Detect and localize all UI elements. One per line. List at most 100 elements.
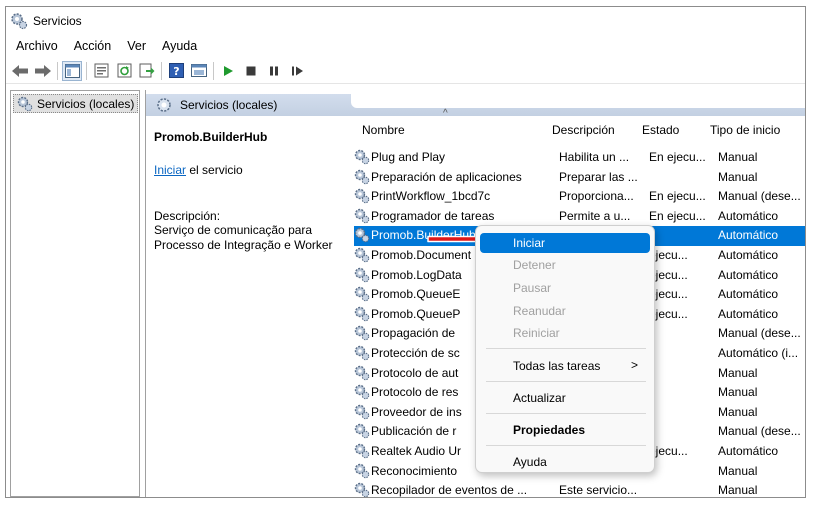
- service-startup-cell: Manual: [718, 404, 758, 419]
- service-startup-cell: Automático: [718, 443, 779, 458]
- export-icon[interactable]: [137, 61, 157, 81]
- service-row[interactable]: Programador de tareas Permite a u... En ej…: [354, 207, 805, 227]
- service-name-cell: Plug and Play: [371, 150, 446, 164]
- column-header-name[interactable]: Nombre: [362, 108, 405, 142]
- menu-accion[interactable]: Acción: [68, 39, 118, 53]
- header-notch: [351, 94, 805, 108]
- properties-icon[interactable]: [91, 61, 111, 81]
- tree-item-label: Servicios (locales): [37, 96, 135, 111]
- service-state-cell: ejecu...: [649, 247, 688, 262]
- toolbar: ?: [6, 58, 805, 84]
- service-detail-panel: Promob.BuilderHub Iniciar el servicio De…: [146, 116, 354, 496]
- show-tree-icon[interactable]: [62, 60, 82, 81]
- context-menu-refresh[interactable]: Actualizar: [480, 388, 650, 408]
- service-state-cell: ejecu...: [649, 443, 688, 458]
- toolbar-separator: [161, 61, 162, 80]
- description-label: Descripción:: [154, 209, 221, 223]
- service-name-cell: Recopilador de eventos de ...: [371, 483, 528, 498]
- service-gear-icon: [354, 267, 370, 283]
- toolbar-separator: [213, 61, 214, 80]
- service-name-cell: Preparación de aplicaciones: [371, 169, 522, 184]
- service-startup-cell: Manual: [718, 483, 758, 498]
- service-gear-icon: [354, 404, 370, 420]
- service-startup-cell: Automático: [718, 287, 779, 302]
- service-gear-icon: [354, 325, 370, 341]
- console-icon[interactable]: [189, 61, 209, 81]
- service-gear-icon: [354, 384, 370, 400]
- service-name-cell: Programador de tareas: [371, 208, 495, 223]
- window-title: Servicios: [33, 14, 82, 28]
- pause-icon[interactable]: [264, 61, 284, 81]
- column-header-startup[interactable]: Tipo de inicio: [710, 108, 780, 142]
- menu-archivo[interactable]: Archivo: [10, 39, 64, 53]
- tree-pane: Servicios (locales): [10, 90, 140, 497]
- context-menu-restart: Reiniciar: [513, 326, 560, 340]
- service-gear-icon: [354, 443, 370, 459]
- service-state-cell: En ejecu...: [649, 189, 706, 204]
- service-description-cell: Habilita un ...: [559, 150, 630, 164]
- context-menu-separator: [486, 445, 646, 446]
- context-menu-all-tasks[interactable]: Todas las tareas >: [480, 356, 650, 376]
- refresh-icon[interactable]: [114, 61, 134, 81]
- service-startup-cell: Manual (dese...: [718, 189, 801, 204]
- context-menu-separator: [486, 348, 646, 349]
- start-service-link[interactable]: Iniciar: [154, 163, 186, 177]
- sort-indicator-icon: ^: [443, 108, 448, 119]
- stop-icon[interactable]: [241, 61, 261, 81]
- service-row[interactable]: Plug and Play Habilita un ... En ejecu... M…: [354, 148, 805, 168]
- menu-ver[interactable]: Ver: [121, 39, 152, 53]
- service-name-cell: PrintWorkflow_1bcd7c: [371, 189, 491, 204]
- context-menu-properties[interactable]: Propiedades: [480, 420, 650, 440]
- service-startup-cell: Manual: [718, 169, 758, 184]
- forward-icon[interactable]: [33, 61, 53, 81]
- start-service-line: Iniciar el servicio: [154, 163, 354, 177]
- toolbar-separator: [86, 61, 87, 80]
- tree-item-services-local[interactable]: Servicios (locales): [13, 94, 139, 113]
- service-gear-icon: [354, 463, 370, 479]
- services-window: Servicios Archivo Acción Ver Ayuda ? Ser…: [5, 6, 806, 498]
- context-menu-start[interactable]: Iniciar: [480, 233, 650, 253]
- selected-service-name: Promob.BuilderHub: [154, 130, 268, 144]
- resume-icon[interactable]: [287, 61, 307, 81]
- service-gear-icon: [354, 306, 370, 322]
- service-row[interactable]: Recopilador de eventos de ... Este servic…: [354, 481, 805, 498]
- svg-text:?: ?: [173, 65, 179, 78]
- service-description-cell: Permite a u...: [559, 208, 631, 223]
- service-startup-cell: Automático: [718, 228, 779, 243]
- service-startup-cell: Automático: [718, 208, 779, 223]
- services-gear-icon: [10, 12, 28, 30]
- start-icon[interactable]: [218, 61, 238, 81]
- service-gear-icon: [354, 169, 370, 185]
- service-description-cell: Este servicio...: [559, 483, 638, 498]
- service-gear-icon: [354, 365, 370, 381]
- menu-bar: Archivo Acción Ver Ayuda: [6, 35, 805, 57]
- column-header-description[interactable]: Descripción: [552, 108, 615, 142]
- service-state-cell: En ejecu...: [649, 150, 706, 164]
- section-header-label: Servicios (locales): [180, 98, 278, 112]
- service-gear-icon: [354, 247, 370, 263]
- service-startup-cell: Automático: [718, 267, 779, 282]
- service-state-cell: ejecu...: [649, 306, 688, 321]
- service-gear-icon: [354, 423, 370, 439]
- service-state-cell: En ejecu...: [649, 208, 706, 223]
- service-gear-icon: [354, 149, 370, 165]
- help-icon[interactable]: ?: [166, 61, 186, 81]
- service-state-cell: ejecu...: [649, 267, 688, 282]
- context-menu-stop: Detener: [513, 258, 556, 272]
- service-gear-icon: [354, 482, 370, 497]
- service-row[interactable]: PrintWorkflow_1bcd7c Proporciona... En eje…: [354, 187, 805, 207]
- back-icon[interactable]: [10, 61, 30, 81]
- service-startup-cell: Automático (i...: [718, 345, 799, 360]
- services-gear-icon: [156, 97, 172, 113]
- context-menu-help[interactable]: Ayuda: [480, 452, 650, 472]
- start-service-suffix: el servicio: [186, 163, 243, 177]
- service-startup-cell: Automático: [718, 306, 779, 321]
- submenu-chevron-right-icon: >: [630, 358, 638, 372]
- column-header-state[interactable]: Estado: [642, 108, 679, 142]
- service-row[interactable]: Preparación de aplicaciones Preparar las …: [354, 168, 805, 188]
- service-startup-cell: Manual: [718, 385, 758, 400]
- context-menu-all-tasks-label: Todas las tareas: [513, 359, 601, 373]
- service-gear-icon: [354, 286, 370, 302]
- menu-ayuda[interactable]: Ayuda: [156, 39, 203, 53]
- description-text: Serviço de comunicação para Processo de …: [154, 223, 333, 252]
